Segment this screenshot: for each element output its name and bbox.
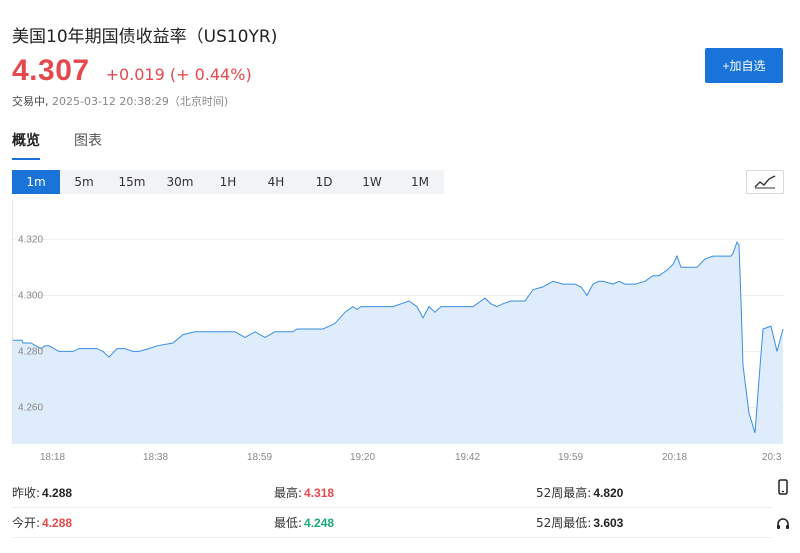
x-tick-label: 18:18 (40, 452, 65, 463)
interval-1h[interactable]: 1H (204, 170, 252, 194)
tab-chart[interactable]: 图表 (74, 130, 102, 160)
current-price: 4.307 (12, 54, 90, 87)
stat-value: 3.603 (593, 516, 624, 530)
stat-label: 最低: (274, 516, 303, 530)
trading-status: 交易中, 2025-03-12 20:38:29（北京时间) (12, 93, 228, 109)
interval-5m[interactable]: 5m (60, 170, 108, 194)
view-tabs: 概览 图表 (12, 130, 136, 160)
stat-52w-high: 52周最高: 4.820 (536, 484, 623, 501)
stat-value: 4.288 (42, 516, 73, 530)
stats-panel: 昨收: 4.288 最高: 4.318 52周最高: 4.820 今开: 4.288 最… (12, 478, 772, 538)
y-tick-label: 4.280 (18, 346, 43, 357)
phone-icon[interactable] (774, 478, 792, 496)
interval-1m[interactable]: 1m (12, 170, 60, 194)
stat-value: 4.820 (593, 486, 624, 500)
interval-4h[interactable]: 4H (252, 170, 300, 194)
x-tick-label: 20:18 (662, 452, 687, 463)
price-chart-svg: 4.320 4.300 4.280 4.260 18:18 18:38 18:59 19:20… (12, 200, 784, 463)
add-watchlist-button[interactable]: +加自选 (705, 48, 783, 83)
x-tick-label: 20:3 (762, 452, 782, 463)
interval-1w[interactable]: 1W (348, 170, 396, 194)
stat-label: 昨收: (12, 486, 41, 500)
price-row: 4.307 +0.019 (+ 0.44%) (12, 54, 252, 88)
stat-low: 最低: 4.248 (274, 514, 334, 531)
price-change: +0.019 (+ 0.44%) (105, 65, 252, 84)
stat-high: 最高: 4.318 (274, 484, 334, 501)
stats-row: 今开: 4.288 最低: 4.248 52周最低: 3.603 (12, 508, 772, 538)
stat-label: 最高: (274, 486, 303, 500)
y-tick-label: 4.260 (18, 403, 43, 414)
tab-overview[interactable]: 概览 (12, 130, 40, 160)
page-title: 美国10年期国债收益率（US10YR) (12, 27, 278, 47)
stat-label: 52周最高: (536, 486, 592, 500)
stat-52w-low: 52周最低: 3.603 (536, 514, 623, 531)
interval-1d[interactable]: 1D (300, 170, 348, 194)
price-chart[interactable]: 4.320 4.300 4.280 4.260 18:18 18:38 18:59 19:20… (12, 200, 784, 468)
price-area (13, 242, 783, 444)
stats-row: 昨收: 4.288 最高: 4.318 52周最高: 4.820 (12, 478, 772, 508)
chart-type-button[interactable] (746, 170, 784, 194)
stat-label: 52周最低: (536, 516, 592, 530)
x-tick-label: 19:20 (350, 452, 375, 463)
status-text: 交易中, (12, 95, 49, 108)
y-tick-label: 4.300 (18, 290, 43, 301)
stat-value: 4.318 (304, 486, 335, 500)
stat-value: 4.288 (42, 486, 73, 500)
stat-value: 4.248 (304, 516, 335, 530)
x-tick-label: 18:59 (247, 452, 272, 463)
interval-30m[interactable]: 30m (156, 170, 204, 194)
interval-selector: 1m 5m 15m 30m 1H 4H 1D 1W 1M (12, 170, 444, 194)
line-chart-icon (754, 175, 776, 189)
x-tick-label: 19:59 (558, 452, 583, 463)
y-tick-label: 4.320 (18, 234, 43, 245)
timestamp: 2025-03-12 20:38:29（北京时间) (52, 95, 229, 108)
headset-icon[interactable] (774, 515, 792, 533)
stat-open: 今开: 4.288 (12, 514, 72, 531)
interval-1mo[interactable]: 1M (396, 170, 444, 194)
stat-prev-close: 昨收: 4.288 (12, 484, 72, 501)
x-tick-label: 19:42 (455, 452, 480, 463)
stat-label: 今开: (12, 516, 41, 530)
interval-15m[interactable]: 15m (108, 170, 156, 194)
x-tick-label: 18:38 (143, 452, 168, 463)
